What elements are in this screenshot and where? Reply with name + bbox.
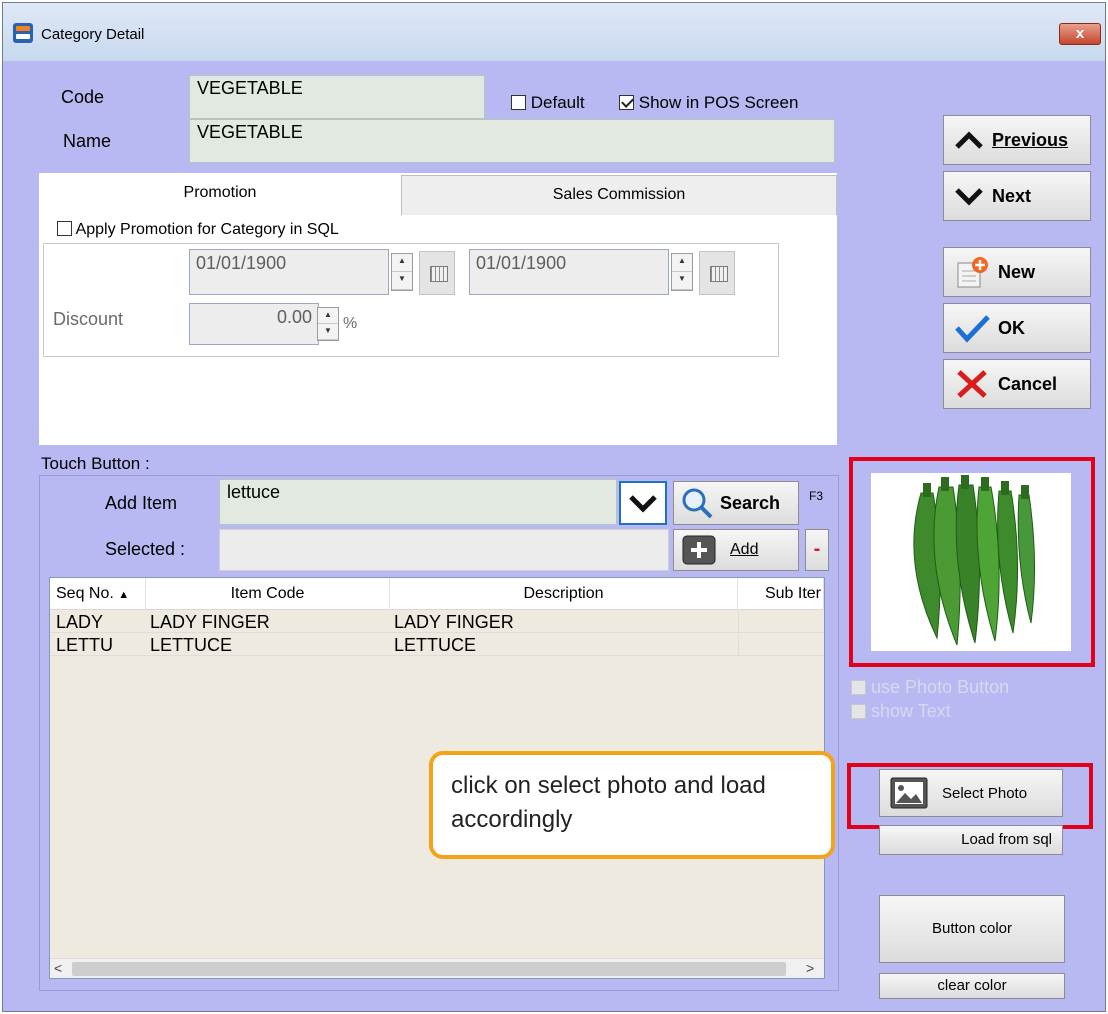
cancel-label: Cancel — [998, 373, 1058, 394]
selected-label: Selected : — [105, 539, 186, 559]
scroll-right-icon[interactable]: > — [806, 960, 814, 976]
previous-label: Previous — [992, 129, 1069, 150]
date-to-spinner[interactable]: ▲ ▼ — [671, 253, 693, 291]
remove-button[interactable]: - — [805, 529, 829, 571]
date-to-field[interactable]: 01/01/1900 — [469, 249, 669, 295]
button-color-button[interactable]: Button color — [879, 895, 1065, 963]
search-label: Search — [720, 492, 781, 513]
touch-button-label: Touch Button : — [41, 454, 150, 473]
previous-button[interactable]: Previous — [943, 115, 1091, 165]
selected-field[interactable] — [219, 529, 669, 571]
title-bar: Category Detail x — [3, 3, 1105, 61]
column-header-description[interactable]: Description — [390, 578, 738, 610]
search-shortcut-hint: F3 — [809, 489, 824, 503]
add-item-label: Add Item — [105, 493, 178, 513]
cell-seq: LETTU — [56, 635, 114, 655]
name-label: Name — [63, 131, 112, 151]
cell-sub-item — [738, 634, 824, 656]
column-header-item-code[interactable]: Item Code — [146, 578, 390, 610]
default-checkbox[interactable]: Default — [511, 93, 585, 113]
ok-label: OK — [998, 317, 1025, 338]
search-icon — [682, 488, 713, 519]
next-label: Next — [992, 185, 1032, 206]
okra-image — [913, 475, 1036, 646]
show-text-label: show Text — [871, 701, 951, 721]
show-in-pos-checkbox[interactable]: Show in POS Screen — [619, 93, 798, 113]
use-photo-label: use Photo Button — [871, 677, 1010, 697]
chevron-down-icon — [629, 495, 657, 513]
show-in-pos-checkbox-box[interactable] — [619, 95, 634, 110]
apply-promotion-label: Apply Promotion for Category in SQL — [75, 221, 339, 238]
apply-promotion-checkbox[interactable]: Apply Promotion for Category in SQL — [57, 221, 339, 239]
next-button[interactable]: Next — [943, 171, 1091, 221]
tab-sales-commission[interactable]: Sales Commission — [401, 175, 837, 215]
date-from-field[interactable]: 01/01/1900 — [189, 249, 389, 295]
chevron-up-icon — [955, 131, 983, 149]
cell-item-code: LETTUCE — [150, 635, 233, 655]
sort-ascending-icon: ▲ — [118, 589, 130, 601]
ok-button[interactable]: OK — [943, 303, 1091, 353]
default-checkbox-label: Default — [530, 93, 585, 112]
use-photo-button-checkbox[interactable]: use Photo Button — [851, 677, 1009, 698]
code-field[interactable]: VEGETABLE — [189, 75, 485, 119]
cell-description: LADY FINGER — [394, 612, 514, 632]
use-photo-checkbox-box[interactable] — [851, 680, 866, 695]
add-item-field[interactable]: lettuce — [219, 479, 617, 525]
scroll-left-icon[interactable]: < — [54, 960, 62, 976]
cell-item-code: LADY FINGER — [150, 612, 270, 632]
cell-description: LETTUCE — [394, 635, 477, 655]
chevron-down-icon — [955, 188, 983, 206]
column-header-sub-item[interactable]: Sub Iter — [738, 578, 824, 610]
apply-promotion-checkbox-box[interactable] — [57, 221, 72, 236]
tab-content-panel: Promotion Sales Commission Apply Promoti… — [39, 173, 837, 445]
discount-label: Discount — [53, 309, 124, 329]
default-checkbox-box[interactable] — [511, 95, 526, 110]
add-button[interactable]: Add — [673, 529, 799, 571]
category-detail-window: Category Detail x Code VEGETABLE Default… — [2, 2, 1106, 1012]
new-document-icon — [957, 257, 988, 288]
search-button[interactable]: Search — [673, 481, 799, 525]
category-photo — [871, 473, 1071, 651]
name-field[interactable]: VEGETABLE — [189, 119, 835, 163]
cell-seq: LADY — [56, 612, 104, 632]
percent-unit: % — [343, 315, 358, 332]
cancel-button[interactable]: Cancel — [943, 359, 1091, 409]
horizontal-scrollbar[interactable]: < > — [50, 958, 824, 978]
form-body: Code VEGETABLE Default Show in POS Scree… — [3, 61, 1105, 1011]
plus-icon — [682, 535, 716, 565]
new-label: New — [998, 261, 1036, 282]
photo-highlight-box — [849, 457, 1095, 667]
show-text-checkbox-box[interactable] — [851, 704, 866, 719]
show-in-pos-label: Show in POS Screen — [638, 93, 799, 112]
scrollbar-thumb[interactable] — [72, 962, 786, 976]
add-label: Add — [730, 541, 759, 558]
close-button[interactable]: x — [1059, 23, 1101, 45]
add-item-dropdown[interactable] — [619, 481, 667, 525]
clear-color-button[interactable]: clear color — [879, 973, 1065, 999]
discount-spinner[interactable]: ▲ ▼ — [317, 307, 339, 341]
date-to-calendar-icon[interactable] — [699, 251, 735, 295]
load-from-sql-button[interactable]: Load from sql — [879, 825, 1063, 855]
window-title: Category Detail — [41, 26, 145, 43]
table-row[interactable]: LETTU LETTUCE LETTUCE — [50, 634, 824, 656]
select-photo-label: Select Photo — [942, 784, 1028, 802]
tab-promotion[interactable]: Promotion — [39, 173, 401, 213]
cell-sub-item — [738, 611, 824, 633]
cancel-x-icon — [957, 370, 987, 398]
discount-field[interactable]: 0.00 — [189, 303, 319, 345]
grid-header: Seq No. ▲ Item Code Description Sub Iter — [50, 578, 824, 610]
date-from-calendar-icon[interactable] — [419, 251, 455, 295]
column-header-seq-label: Seq No. — [56, 585, 114, 602]
app-icon — [13, 23, 33, 43]
select-photo-button[interactable]: Select Photo — [879, 769, 1063, 817]
checkmark-icon — [955, 315, 990, 343]
table-row[interactable]: LADY LADY FINGER LADY FINGER — [50, 611, 824, 633]
show-text-checkbox[interactable]: show Text — [851, 701, 951, 722]
date-from-spinner[interactable]: ▲ ▼ — [391, 253, 413, 291]
new-button[interactable]: New — [943, 247, 1091, 297]
code-label: Code — [61, 87, 105, 107]
image-icon — [890, 777, 928, 809]
column-header-seq[interactable]: Seq No. ▲ — [50, 578, 146, 610]
instruction-callout: click on select photo and load according… — [429, 751, 835, 859]
